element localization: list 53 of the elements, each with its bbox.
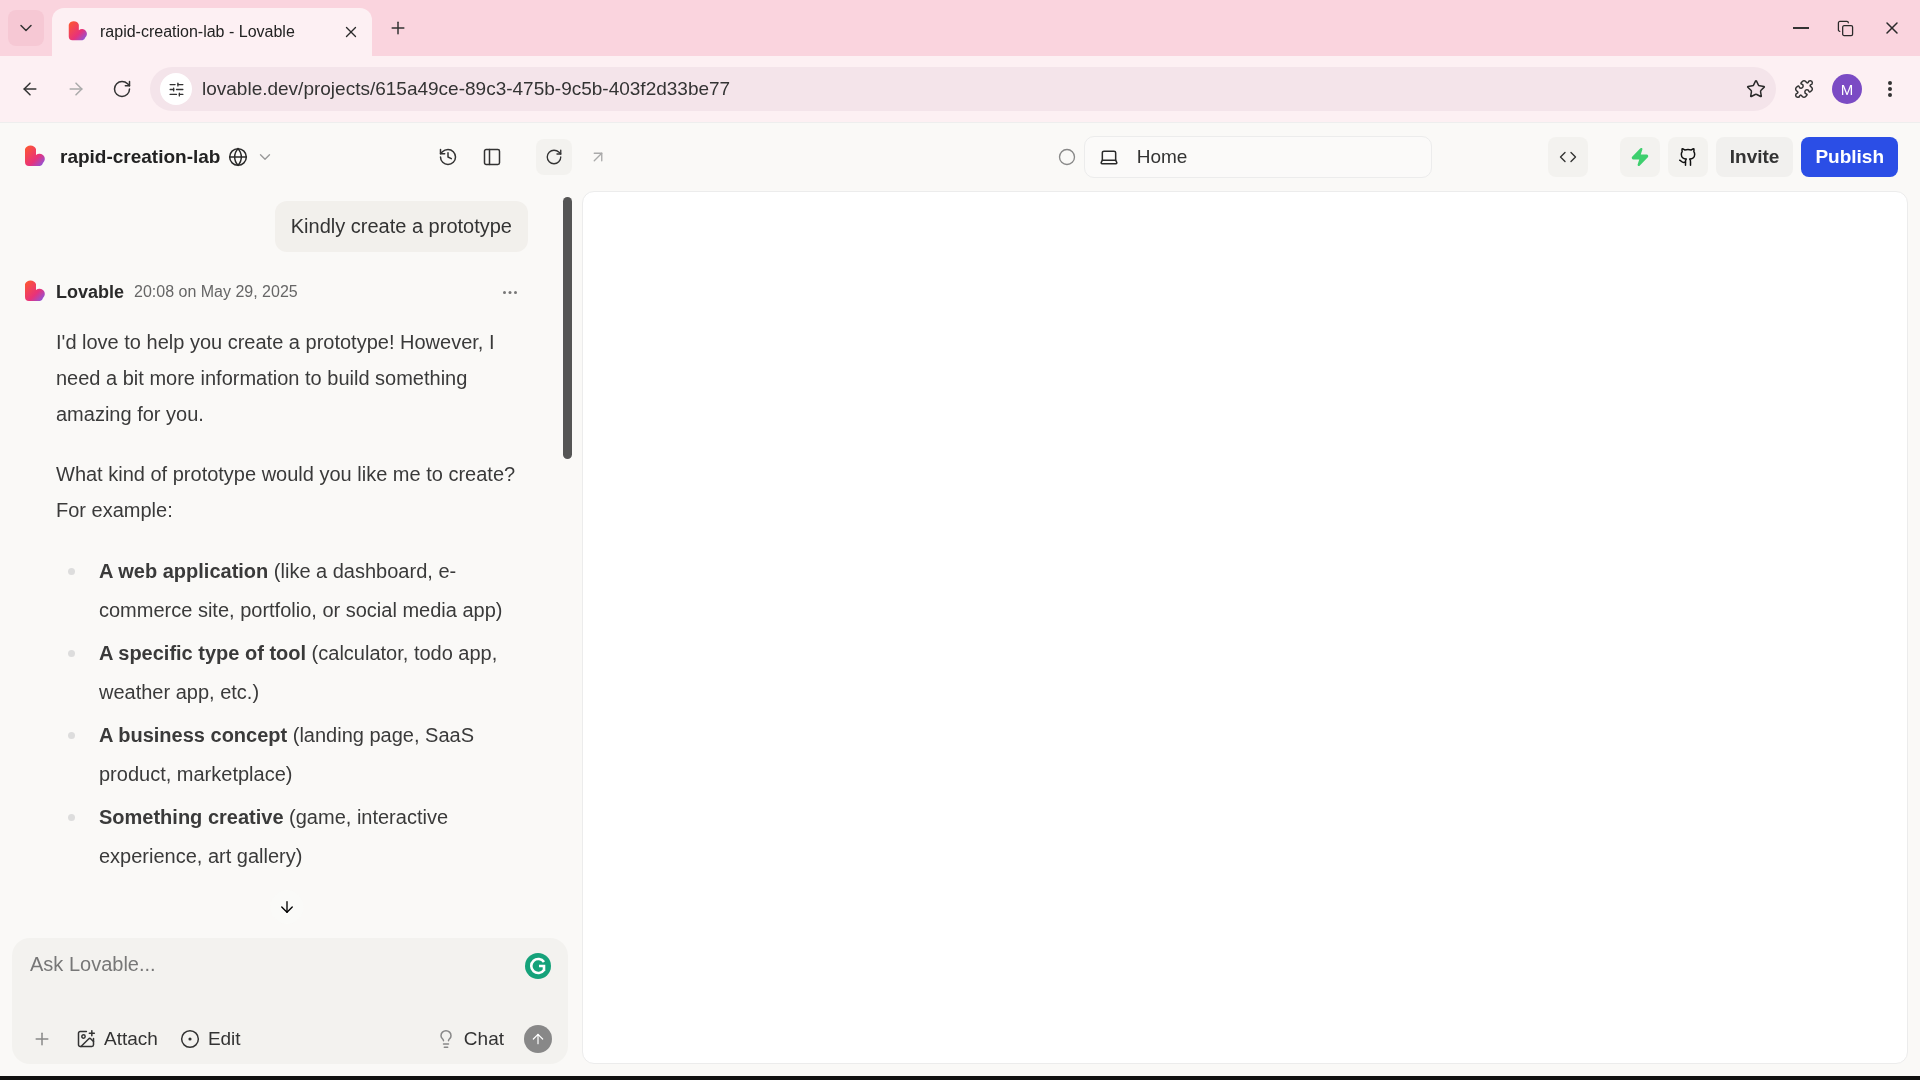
status-circle-icon bbox=[1057, 148, 1076, 166]
globe-icon bbox=[228, 147, 249, 167]
message-paragraph: I'd love to help you create a prototype! However, I need a bit more information to build something amazing for you. bbox=[56, 330, 496, 427]
site-info-button[interactable] bbox=[160, 73, 192, 105]
puzzle-icon bbox=[1794, 79, 1814, 99]
address-bar[interactable]: lovable.dev/projects/615a49ce-89c3-475b-9c5b-403f2d33be77 bbox=[150, 67, 1776, 111]
arrow-down-icon bbox=[278, 898, 296, 916]
scrollbar-thumb[interactable] bbox=[563, 197, 572, 459]
project-name[interactable]: rapid-creation-lab bbox=[60, 146, 221, 168]
image-icon bbox=[76, 1029, 96, 1049]
lovable-logo-icon bbox=[22, 280, 46, 304]
laptop-icon bbox=[1098, 147, 1119, 167]
list-item-text: A specific type of tool (calculator, todo app, weather app, etc.) bbox=[99, 641, 499, 705]
list-item-text: A business concept (landing page, SaaS product, marketplace) bbox=[99, 723, 475, 787]
message-paragraph: What kind of prototype would you like me to create? For example: bbox=[56, 462, 517, 523]
chat-input[interactable]: Ask Lovable... Attach Edit Chat bbox=[12, 938, 568, 1064]
chat-mode-button[interactable]: Chat bbox=[433, 1024, 506, 1054]
target-icon bbox=[179, 1029, 200, 1049]
sliders-icon bbox=[167, 80, 185, 98]
lovable-logo-icon bbox=[22, 145, 46, 169]
profile-avatar[interactable]: M bbox=[1832, 74, 1862, 104]
publish-button[interactable]: Publish bbox=[1801, 137, 1898, 177]
list-item-text: Something creative (game, interactive experience, art gallery) bbox=[99, 805, 450, 869]
reload-icon bbox=[545, 148, 564, 166]
more-icon bbox=[503, 290, 517, 294]
reload-icon bbox=[112, 79, 132, 99]
invite-button[interactable]: Invite bbox=[1715, 137, 1794, 177]
history-icon bbox=[438, 147, 459, 167]
bookmark-star-icon bbox=[1746, 79, 1766, 99]
code-view-button[interactable] bbox=[1547, 137, 1588, 177]
github-button[interactable] bbox=[1667, 137, 1708, 177]
author-name: Lovable bbox=[56, 281, 125, 303]
panel-icon bbox=[482, 147, 503, 167]
bullet-icon bbox=[68, 814, 75, 821]
chat-action-button[interactable]: Edit bbox=[177, 1024, 243, 1054]
arrow-up-icon bbox=[530, 1031, 546, 1047]
refresh-preview-button[interactable] bbox=[536, 139, 573, 175]
menu-icon bbox=[1888, 81, 1892, 97]
lightning-icon bbox=[1629, 147, 1650, 167]
list-item-text: A web application (like a dashboard, e-commerce site, portfolio, or social media app) bbox=[99, 559, 504, 623]
restore-icon bbox=[1837, 19, 1854, 37]
send-button[interactable] bbox=[524, 1025, 552, 1053]
github-icon bbox=[1677, 147, 1698, 167]
message-time: 20:08 on May 29, 2025 bbox=[134, 283, 298, 301]
browser-tab[interactable]: rapid-creation-lab - Lovable bbox=[52, 8, 372, 56]
grammarly-icon bbox=[524, 952, 552, 980]
preview-path-field[interactable]: Home bbox=[1083, 136, 1432, 178]
lovable-logo-icon bbox=[66, 21, 88, 43]
bullet-icon bbox=[68, 650, 75, 657]
chat-action-button[interactable]: Attach bbox=[74, 1024, 160, 1054]
bullet-icon bbox=[68, 568, 75, 575]
bullet-icon bbox=[68, 732, 75, 739]
user-message: Kindly create a prototype bbox=[274, 201, 528, 252]
